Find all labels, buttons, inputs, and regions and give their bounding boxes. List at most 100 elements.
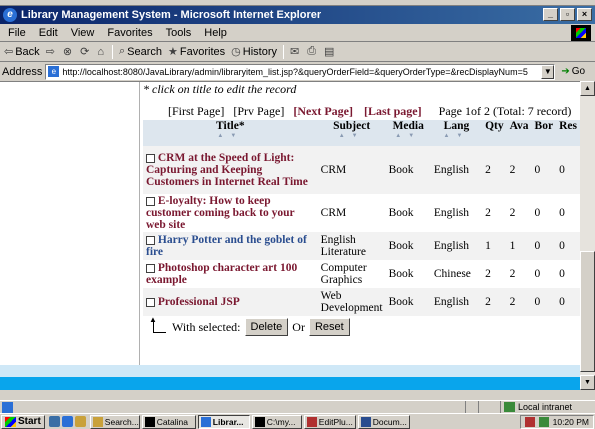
maximize-button[interactable]: ▫ <box>560 8 575 21</box>
row-checkbox[interactable] <box>146 263 155 273</box>
reset-button[interactable]: Reset <box>308 318 350 336</box>
subject-cell: Web Development <box>317 288 386 316</box>
menu-help[interactable]: Help <box>204 27 227 39</box>
home-button[interactable]: ⌂ <box>97 46 106 58</box>
qty-cell: 2 <box>482 288 507 316</box>
search-button[interactable]: ⌕ Search <box>119 45 162 58</box>
back-button[interactable]: ⇦ Back <box>4 45 40 59</box>
qty-cell: 2 <box>482 260 507 288</box>
editplus-icon <box>306 416 317 427</box>
title-link[interactable]: CRM at the Speed of Light: Capturing and… <box>146 152 308 188</box>
task-label: Catalina <box>156 416 188 427</box>
start-button[interactable]: Start <box>1 414 45 429</box>
stop-button[interactable]: ⊗ <box>63 45 74 58</box>
forward-button[interactable]: ⇨ <box>46 45 57 58</box>
tray-network-icon[interactable] <box>538 417 549 427</box>
windows-logo-icon <box>571 25 591 41</box>
task-library[interactable]: Librar... <box>197 414 250 429</box>
back-label: Back <box>15 45 40 58</box>
last-page-link[interactable]: [Last page] <box>364 104 422 118</box>
row-checkbox[interactable] <box>146 235 155 245</box>
title-cell: Photoshop character art 100 example <box>143 260 318 288</box>
ava-cell: 2 <box>506 288 532 316</box>
res-cell: 0 <box>556 260 580 288</box>
refresh-button[interactable]: ⟳ <box>80 45 91 58</box>
sort-arrows-icon[interactable]: ▲▼ <box>321 132 383 139</box>
menu-file[interactable]: File <box>8 27 26 39</box>
row-checkbox[interactable] <box>146 153 155 163</box>
vertical-scrollbar[interactable]: ▲ ▼ <box>580 81 595 390</box>
forward-arrow-icon: ⇨ <box>45 46 55 58</box>
print-button[interactable]: ⎙ <box>307 45 318 58</box>
desktop-icon[interactable] <box>48 416 60 427</box>
task-cmd[interactable]: C:\my... <box>251 414 302 429</box>
sort-arrows-icon[interactable]: ▲▼ <box>389 132 428 139</box>
task-search[interactable]: Search... <box>89 414 140 429</box>
task-document[interactable]: Docum... <box>357 414 410 429</box>
scroll-up-button[interactable]: ▲ <box>580 81 595 96</box>
menu-view[interactable]: View <box>71 27 95 39</box>
menu-tools[interactable]: Tools <box>166 27 192 39</box>
close-button[interactable]: × <box>577 8 592 21</box>
quick-launch <box>48 416 86 427</box>
edit-button[interactable]: ▤ <box>324 45 336 58</box>
title-link[interactable]: Photoshop character art 100 example <box>146 262 297 286</box>
col-media-label: Media <box>392 120 424 132</box>
col-ava: Ava <box>506 120 532 146</box>
lang-cell: English <box>430 146 483 194</box>
row-checkbox[interactable] <box>146 297 155 307</box>
title-link[interactable]: E-loyalty: How to keep customer coming b… <box>146 195 294 231</box>
sort-arrows-icon[interactable]: ▲▼ <box>434 132 479 139</box>
title-cell: CRM at the Speed of Light: Capturing and… <box>143 146 318 194</box>
media-cell: Book <box>385 146 431 194</box>
media-cell: Book <box>385 194 431 232</box>
task-catalina[interactable]: Catalina <box>141 414 196 429</box>
ie-quicklaunch-icon[interactable] <box>61 416 73 427</box>
tray-app-icon[interactable] <box>524 417 535 427</box>
scroll-down-button[interactable]: ▼ <box>580 375 595 390</box>
title-link[interactable]: Professional JSP <box>158 296 240 308</box>
outlook-icon[interactable] <box>74 416 86 427</box>
history-button[interactable]: ◷ History <box>231 45 277 59</box>
col-bor: Bor <box>531 120 557 146</box>
menu-edit[interactable]: Edit <box>39 27 58 39</box>
subject-cell: Computer Graphics <box>317 260 386 288</box>
lang-cell: English <box>430 288 483 316</box>
delete-button[interactable]: Delete <box>244 318 289 336</box>
address-dropdown-button[interactable]: ▼ <box>541 64 555 79</box>
next-page-link[interactable]: [Next Page] <box>293 104 353 118</box>
window-titlebar[interactable]: e Library Management System - Microsoft … <box>0 6 595 24</box>
col-lang[interactable]: Lang ▲▼ <box>430 120 483 146</box>
mail-button[interactable]: ✉ <box>290 45 301 58</box>
sort-arrows-icon[interactable]: ▲▼ <box>146 132 315 139</box>
col-media[interactable]: Media ▲▼ <box>385 120 431 146</box>
task-label: EditPlu... <box>318 416 353 427</box>
subject-cell: CRM <box>317 146 386 194</box>
go-button[interactable]: ➔ Go <box>561 66 585 77</box>
ie-logo-icon: e <box>3 8 17 22</box>
table-row: E-loyalty: How to keep customer coming b… <box>143 194 580 232</box>
favorites-button[interactable]: ★ Favorites <box>168 45 225 59</box>
row-checkbox[interactable] <box>146 196 155 206</box>
page-content: * click on title to edit the record [Fir… <box>0 81 580 390</box>
title-link[interactable]: Harry Potter and the goblet of fire <box>146 234 307 258</box>
task-editplus[interactable]: EditPlu... <box>303 414 356 429</box>
search-icon: ⌕ <box>119 45 126 57</box>
col-title[interactable]: Title* ▲▼ <box>143 120 318 146</box>
title-cell: E-loyalty: How to keep customer coming b… <box>143 194 318 232</box>
menu-bar: File Edit View Favorites Tools Help <box>0 24 595 42</box>
security-zone: Local intranet <box>500 401 572 413</box>
task-label: Librar... <box>212 416 244 427</box>
intranet-icon <box>504 402 515 412</box>
scroll-thumb[interactable] <box>580 251 595 372</box>
prev-page-link: [Prv Page] <box>233 104 285 118</box>
menu-favorites[interactable]: Favorites <box>107 27 152 39</box>
qty-cell: 1 <box>482 232 507 260</box>
history-icon: ◷ <box>231 46 241 58</box>
minimize-button[interactable]: _ <box>543 8 558 21</box>
address-input[interactable]: e http://localhost:8080/JavaLibrary/admi… <box>45 63 556 80</box>
status-cell <box>465 401 466 413</box>
col-res: Res <box>556 120 580 146</box>
col-subject[interactable]: Subject ▲▼ <box>317 120 386 146</box>
status-bar: Local intranet <box>0 400 595 413</box>
